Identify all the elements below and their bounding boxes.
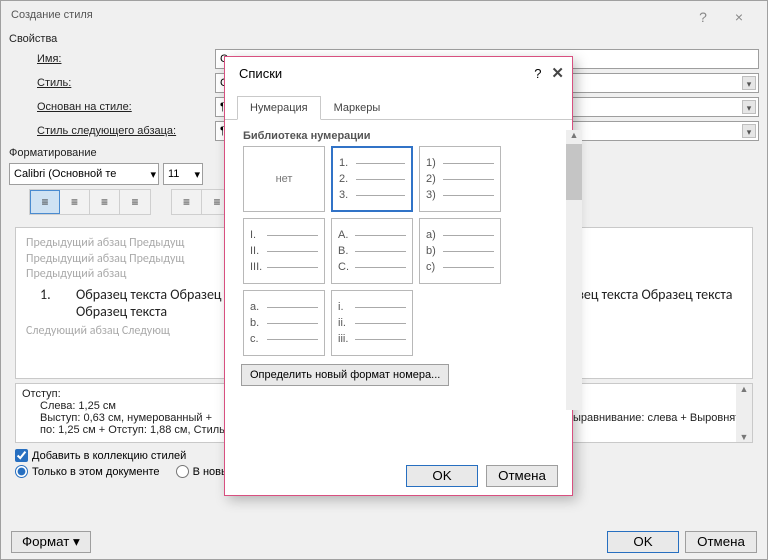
name-label: Имя: <box>9 53 209 65</box>
lists-tabs: Нумерация Маркеры <box>225 95 572 120</box>
tab-numbering[interactable]: Нумерация <box>237 96 321 120</box>
main-close-button[interactable]: × <box>721 3 757 27</box>
numbering-option-none[interactable]: нет <box>243 146 325 212</box>
props-section-label: Свойства <box>1 29 767 47</box>
main-titlebar: Создание стиля ? × <box>1 1 767 29</box>
numbering-option-alpha-upper[interactable]: A. B. C. <box>331 218 413 284</box>
lists-help-button[interactable]: ? <box>534 66 541 81</box>
based-on-label: Основан на стиле: <box>9 101 209 113</box>
chevron-down-icon: ▾ <box>150 168 156 181</box>
format-menu-button[interactable]: Формат ▾ <box>11 531 91 553</box>
numbering-option-roman-lower[interactable]: i. ii. iii. <box>331 290 413 356</box>
style-type-label: Стиль: <box>9 77 209 89</box>
main-help-button[interactable]: ? <box>685 3 721 27</box>
lists-title: Списки <box>239 66 282 81</box>
main-title-text: Создание стиля <box>11 1 93 29</box>
chevron-down-icon: ▾ <box>742 100 756 114</box>
next-para-label: Стиль следующего абзаца: <box>9 125 209 137</box>
line-spacing-1-button[interactable]: ≡ <box>172 190 202 214</box>
chevron-down-icon: ▾ <box>194 168 200 181</box>
align-center-button[interactable]: ≡ <box>60 190 90 214</box>
chevron-down-icon: ▾ <box>742 124 756 138</box>
lists-cancel-button[interactable]: Отмена <box>486 465 558 487</box>
lists-dialog: Списки ? ✕ Нумерация Маркеры Библиотека … <box>224 56 573 496</box>
lists-close-button[interactable]: ✕ <box>551 64 564 82</box>
font-combo[interactable]: Calibri (Основной те ▾ <box>9 163 159 185</box>
align-toolbar: ≡ ≡ ≡ ≡ <box>29 189 151 215</box>
numbering-option-roman-upper[interactable]: I. II. III. <box>243 218 325 284</box>
align-right-button[interactable]: ≡ <box>90 190 120 214</box>
numbering-grid: нет 1. 2. 3. 1) 2) 3) I. II. III. A. <box>243 146 562 356</box>
desc-scrollbar[interactable]: ▲▼ <box>736 384 752 442</box>
numbering-option-arabic-dot[interactable]: 1. 2. 3. <box>331 146 413 212</box>
align-justify-button[interactable]: ≡ <box>120 190 150 214</box>
create-style-dialog: Создание стиля ? × Свойства Имя: Стиль: … <box>0 0 768 560</box>
main-ok-button[interactable]: OK <box>607 531 679 553</box>
align-left-button[interactable]: ≡ <box>30 190 60 214</box>
numbering-scrollbar[interactable]: ▲ <box>566 130 582 410</box>
scope-this-doc-radio[interactable]: Только в этом документе <box>15 465 160 478</box>
tab-bullets[interactable]: Маркеры <box>321 96 394 120</box>
numbering-library-label: Библиотека нумерации <box>243 130 562 142</box>
numbering-option-alpha-lower-paren[interactable]: a) b) c) <box>419 218 501 284</box>
numbering-option-arabic-paren[interactable]: 1) 2) 3) <box>419 146 501 212</box>
size-combo[interactable]: 11 ▾ <box>163 163 203 185</box>
numbering-option-alpha-lower-dot[interactable]: a. b. c. <box>243 290 325 356</box>
main-cancel-button[interactable]: Отмена <box>685 531 757 553</box>
chevron-down-icon: ▾ <box>742 76 756 90</box>
lists-ok-button[interactable]: OK <box>406 465 478 487</box>
define-new-format-button[interactable]: Определить новый формат номера... <box>241 364 449 386</box>
